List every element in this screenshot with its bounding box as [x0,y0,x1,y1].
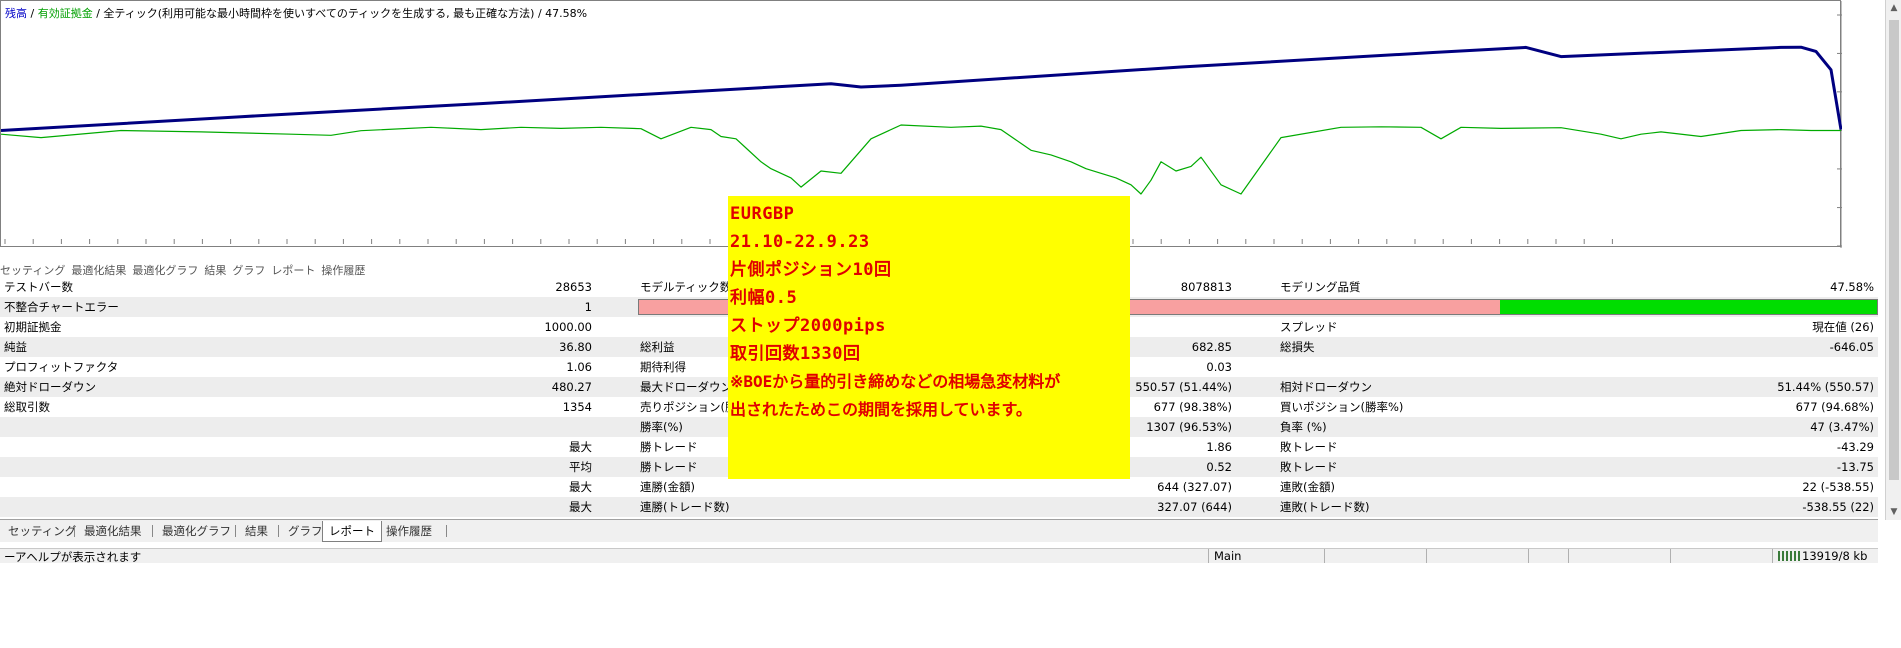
label-gross-loss: 総損失 [1280,340,1315,354]
status-help-text: ーアヘルプが表示されます [4,550,142,563]
tab-results[interactable]: 結果 [239,521,274,541]
note-symbol: EURGBP [730,204,795,224]
tab-top-label[interactable]: レポート [271,262,315,276]
note-trade-count: 取引回数1330回 [730,344,861,364]
label-largest: 最大 [569,440,592,454]
value-consecutive-losses-trades: -538.55 (22) [1802,500,1874,514]
balance-line [1,45,1842,132]
scroll-thumb[interactable] [1889,20,1899,480]
label-consecutive-wins-amount: 連勝(金額) [640,480,695,494]
label-average: 平均 [569,460,592,474]
report-row: 最大 連勝(トレード数) 327.07 (644) 連敗(トレード数) -538… [0,497,1878,517]
legend-quality: 47.58% [545,7,588,20]
scroll-down-icon[interactable]: ▼ [1886,504,1901,520]
label-net-profit: 純益 [4,340,27,354]
value-long-positions: 677 (94.68%) [1795,400,1874,414]
label-loss-rate: 負率 (%) [1280,420,1327,434]
tab-report[interactable]: レポート [322,521,382,542]
label-model-ticks: モデルティック数 [640,280,732,294]
label-mismatch-errors: 不整合チャートエラー [4,300,119,314]
legend-equity: 有効証拠金 [37,7,93,20]
label-profit-factor: プロフィットファクタ [4,360,119,374]
tab-optimization-results[interactable]: 最適化結果 [78,521,148,541]
label-absolute-drawdown: 絶対ドローダウン [4,380,96,394]
value-absolute-drawdown: 480.27 [551,380,592,394]
legend-mode: 全ティック(利用可能な最小時間枠を使いすべてのティックを生成する, 最も正確な方… [103,7,535,20]
note-positions: 片側ポジション10回 [730,260,892,280]
vertical-scrollbar[interactable]: ▲ ▼ [1885,0,1901,520]
traffic-icon [1778,551,1800,561]
value-consecutive-wins-amount: 644 (327.07) [1157,480,1232,494]
label-maximum: 最大 [569,500,592,514]
value-loss-rate: 47 (3.47%) [1810,420,1874,434]
report-row: 最大 連勝(金額) 644 (327.07) 連敗(金額) 22 (-538.5… [0,477,1878,497]
tab-optimization-graph[interactable]: 最適化グラフ [156,521,237,541]
strategy-tester-window: 1538137112041036869701534026507397120143… [0,0,1901,648]
label-relative-drawdown: 相対ドローダウン [1280,380,1372,394]
tab-top-label[interactable]: 操作履歴 [321,262,365,276]
label-win-rate: 勝率(%) [640,420,683,434]
value-largest-loss: -43.29 [1836,440,1874,454]
tab-history[interactable]: 操作履歴 [380,521,438,541]
value-average-loss: -13.75 [1836,460,1874,474]
value-total-trades: 1354 [562,400,592,414]
label-average-loss: 敗トレード [1280,460,1338,474]
label-max-drawdown: 最大ドローダウン [640,380,732,394]
label-average-win: 勝トレード [640,460,698,474]
value-test-bars: 28653 [555,280,592,294]
tab-settings[interactable]: セッティング [2,521,82,541]
label-consecutive-wins-trades: 連勝(トレード数) [640,500,730,514]
tab-top-label[interactable]: セッティング [0,262,65,276]
status-profile: Main [1214,549,1242,563]
equity-line [1,124,1841,195]
tab-top-label[interactable]: 最適化結果 [71,262,126,276]
note-take-profit: 利幅0.5 [730,288,798,308]
value-relative-drawdown: 51.44% (550.57) [1777,380,1874,394]
value-modeling-quality: 47.58% [1830,280,1874,294]
value-consecutive-wins-trades: 327.07 (644) [1157,500,1232,514]
value-gross-loss: -646.05 [1829,340,1874,354]
chart-legend: 残高 / 有効証拠金 / 全ティック(利用可能な最小時間枠を使いすべてのティック… [5,7,588,20]
label-expected-payoff: 期待利得 [640,360,686,374]
label-test-bars: テストバー数 [4,280,73,294]
value-net-profit: 36.80 [559,340,592,354]
label-gross-profit: 総利益 [640,340,675,354]
label-total-trades: 総取引数 [4,400,50,414]
tab-top-label[interactable]: グラフ [232,262,265,276]
tab-top-label[interactable]: 最適化グラフ [132,262,198,276]
label-maximum: 最大 [569,480,592,494]
quality-bar-green [1500,300,1877,314]
label-spread: スプレッド [1280,320,1338,334]
note-reason-1: ※BOEから量的引き締めなどの相場急変材料が [730,372,1061,391]
value-profit-factor: 1.06 [566,360,592,374]
tester-tabs: セッティング 最適化結果 最適化グラフ 結果 グラフ レポート 操作履歴 [0,519,1878,542]
label-initial-deposit: 初期証拠金 [4,320,62,334]
value-initial-deposit: 1000.00 [544,320,592,334]
scroll-up-icon[interactable]: ▲ [1886,0,1901,16]
note-reason-2: 出されたためこの期間を採用しています。 [730,400,1032,419]
label-largest-loss: 敗トレード [1280,440,1338,454]
value-mismatch-errors: 1 [584,300,592,314]
note-period: 21.10-22.9.23 [730,232,870,252]
note-stop: ストップ2000pips [730,316,886,336]
annotation-note: EURGBP 21.10-22.9.23 片側ポジション10回 利幅0.5 スト… [728,196,1130,479]
status-traffic: 13919/8 kb [1802,549,1868,563]
status-bar: ーアヘルプが表示されます Main 13919/8 kb [0,548,1878,563]
value-consecutive-losses-amount: 22 (-538.55) [1802,480,1874,494]
label-consecutive-losses-trades: 連敗(トレード数) [1280,500,1370,514]
label-consecutive-losses-amount: 連敗(金額) [1280,480,1335,494]
label-modeling-quality: モデリング品質 [1280,280,1361,294]
value-spread: 現在値 (26) [1812,320,1874,334]
tab-top-label[interactable]: 結果 [204,262,226,276]
legend-balance: 残高 [5,7,27,20]
tab-strip-truncated: セッティング 最適化結果 最適化グラフ 結果 グラフ レポート 操作履歴 [0,262,450,276]
label-long-positions: 買いポジション(勝率%) [1280,400,1404,414]
label-largest-win: 勝トレード [640,440,698,454]
